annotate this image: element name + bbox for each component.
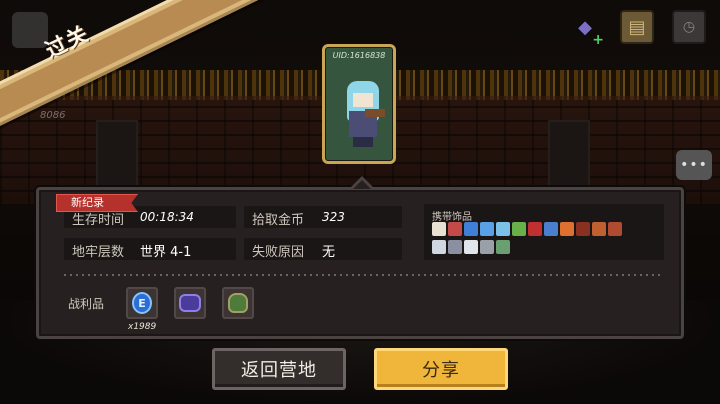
loot-count: x1989 xyxy=(128,322,157,332)
stat-value: 世界 4-1 xyxy=(140,245,192,260)
accessory-icon[interactable] xyxy=(528,222,542,236)
return-camp-button[interactable]: 返回营地 xyxy=(212,348,346,390)
stat-value: 无 xyxy=(322,245,336,260)
accessory-icon[interactable] xyxy=(448,240,462,254)
stat-value: 323 xyxy=(322,210,345,224)
accessories-row xyxy=(432,222,622,236)
accessory-icon[interactable] xyxy=(448,222,462,236)
accessory-icon[interactable] xyxy=(480,240,494,254)
accessory-icon[interactable] xyxy=(560,222,574,236)
player-uid: UID:1616838 xyxy=(332,51,386,60)
share-button[interactable]: 分享 xyxy=(374,348,508,390)
loot-label: 战利品 xyxy=(68,297,105,311)
plus-icon: + xyxy=(592,32,604,48)
stat-label: 拾取金币 xyxy=(252,213,305,228)
stat-coins: 拾取金币 323 xyxy=(244,206,402,228)
accessories-label: 携带饰品 xyxy=(432,212,472,223)
accessory-icon[interactable] xyxy=(544,222,558,236)
character-sprite xyxy=(343,81,385,151)
accessory-icon[interactable] xyxy=(480,222,494,236)
chat-icon[interactable]: ••• xyxy=(676,150,712,180)
accessory-icon[interactable] xyxy=(496,240,510,254)
energy-coin-icon[interactable]: E xyxy=(126,287,158,319)
new-record-badge: 新纪录 xyxy=(56,194,138,212)
accessory-icon[interactable] xyxy=(464,240,478,254)
accessory-icon[interactable] xyxy=(432,222,446,236)
accessory-icon[interactable] xyxy=(512,222,526,236)
accessories-row xyxy=(432,240,510,254)
panel-divider xyxy=(64,274,660,276)
accessory-icon[interactable] xyxy=(432,240,446,254)
calendar-icon[interactable]: ◷ xyxy=(672,10,706,44)
stat-label: 失败原因 xyxy=(252,245,305,260)
potion-icon[interactable] xyxy=(174,287,206,319)
accessory-icon[interactable] xyxy=(608,222,622,236)
background-score: 8086 xyxy=(40,110,66,121)
stat-value: 00:18:34 xyxy=(140,210,194,224)
accessory-icon[interactable] xyxy=(592,222,606,236)
chest-icon[interactable]: ▤ xyxy=(620,10,654,44)
stat-fail-reason: 失败原因 无 xyxy=(244,238,402,260)
accessory-icon[interactable] xyxy=(464,222,478,236)
accessory-icon[interactable] xyxy=(576,222,590,236)
accessories-box: 携带饰品 xyxy=(424,204,664,260)
stat-label: 地牢层数 xyxy=(72,245,125,260)
gem-icon[interactable]: ◆ + xyxy=(568,10,604,49)
stat-floor: 地牢层数 世界 4-1 xyxy=(64,238,236,260)
accessory-icon[interactable] xyxy=(496,222,510,236)
character-card: UID:1616838 xyxy=(322,44,396,164)
seed-bag-icon[interactable] xyxy=(222,287,254,319)
